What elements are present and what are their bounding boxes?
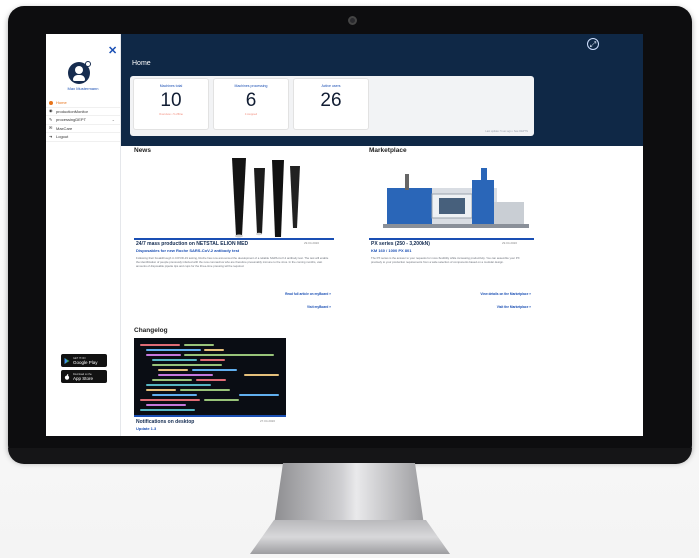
changelog-heading: Changelog (134, 327, 168, 334)
sidebar-item-logout[interactable]: ➜ Logout (46, 133, 120, 142)
stat-label: Machines processing (234, 84, 268, 88)
stat-value: 6 (245, 90, 257, 111)
page-title: Home (132, 60, 151, 67)
avatar[interactable] (68, 61, 91, 84)
stat-value: 26 (320, 90, 342, 111)
changelog-subtitle: Update 1.3 (136, 426, 157, 431)
news-date: 29.04.2020 (304, 241, 320, 245)
stat-sub: 4 stopped (244, 112, 258, 116)
sidebar-item-label: productionMonitor (56, 108, 89, 114)
sidebar-item-label: MaxCare (56, 125, 73, 131)
fullscreen-button[interactable]: ⤢ (587, 38, 599, 50)
marketplace-text: The PX series is the answer to your requ… (371, 256, 520, 264)
changelog-title[interactable]: Notifications on desktop (136, 419, 194, 425)
play-store-icon (64, 357, 70, 364)
stat-value: 10 (160, 90, 182, 111)
close-icon[interactable]: ✕ (108, 44, 117, 57)
background: ⤢ ✕ Max Mustermann Home ◉ productionMoni… (0, 0, 699, 558)
stat-label: Machines total (159, 84, 183, 88)
care-icon: ✉ (49, 125, 53, 131)
screen: ⤢ ✕ Max Mustermann Home ◉ productionMoni… (46, 34, 643, 436)
marketplace-subtitle: KM 160 / 1000 PX 801 (371, 248, 412, 253)
webcam-icon (348, 16, 357, 25)
marketplace-date: 29.04.2020 (502, 241, 518, 245)
read-full-article-link[interactable]: Read full article on myBoard » (246, 292, 331, 296)
logout-icon: ➜ (49, 133, 53, 139)
apple-icon (64, 373, 70, 380)
monitor-stand-base (250, 520, 450, 554)
marketplace-image[interactable] (369, 158, 534, 238)
news-heading: News (134, 147, 151, 154)
changelog-code-image[interactable] (134, 338, 286, 415)
marketplace-underline (369, 238, 534, 240)
marketplace-heading: Marketplace (369, 147, 407, 154)
chevron-down-icon[interactable]: ⌄ (112, 117, 115, 122)
sidebar-item-processingdept[interactable]: ✎ processingDEPT ⌄ (46, 116, 120, 125)
changelog-date: 27.04.2020 (260, 419, 276, 423)
stats-panel: Machines total 10 Overview • 5 offline M… (130, 76, 534, 136)
monitor-icon: ◉ (49, 108, 53, 114)
monitor-stand-neck (274, 463, 424, 525)
home-icon (49, 100, 53, 105)
wrench-icon: ✎ (49, 116, 53, 122)
pipette-tips-image (134, 158, 334, 238)
sidebar-menu: Home ◉ productionMonitor ✎ processingDEP… (46, 99, 120, 142)
google-play-badge[interactable]: GET IT ON Google Play (61, 354, 107, 367)
injection-molding-machine-image (369, 158, 534, 238)
marketplace-title[interactable]: PX series (250 - 3,200kN) (371, 241, 430, 247)
monitor-chin (8, 448, 692, 464)
store-label: Google Play (73, 359, 98, 365)
sidebar-item-label: Home (56, 100, 67, 106)
news-title[interactable]: 24/7 mass production on NETSTAL ELION ME… (136, 241, 248, 247)
sidebar-item-label: Logout (56, 134, 69, 140)
sidebar-item-home[interactable]: Home (46, 99, 120, 108)
stat-card-active-users[interactable]: Active users 26 (294, 79, 368, 129)
stat-card-machines-processing[interactable]: Machines processing 6 4 stopped (214, 79, 288, 129)
sidebar: ✕ Max Mustermann Home ◉ productionMonito… (46, 34, 121, 436)
news-text: Following their breakthrough in COVID-19… (136, 256, 329, 268)
stat-label: Active users (321, 84, 341, 88)
visit-marketplace-link[interactable]: Visit the Marketplace » (431, 305, 531, 309)
news-underline (134, 238, 334, 240)
changelog-underline (134, 415, 286, 417)
news-image[interactable] (134, 158, 334, 238)
news-subtitle: Disposables for new Roche SARS-CoV-2 ant… (136, 248, 240, 253)
user-name[interactable]: Max Mustermann (46, 86, 120, 91)
sidebar-item-productionmonitor[interactable]: ◉ productionMonitor (46, 108, 120, 116)
stat-sub: Overview • 5 offline (159, 112, 183, 116)
sidebar-item-maxcare[interactable]: ✉ MaxCare (46, 125, 120, 133)
visit-myboard-link[interactable]: Visit myBoard » (246, 305, 331, 309)
stat-card-machines-total[interactable]: Machines total 10 Overview • 5 offline (134, 79, 208, 129)
sidebar-item-label: processingDEPT (56, 117, 87, 123)
stats-note: Last update: 5 sec ago • See DEPTN (485, 130, 528, 133)
marketplace-details-link[interactable]: View details on the Marketplace » (431, 292, 531, 296)
app-store-badge[interactable]: Download on the App Store (61, 370, 107, 383)
store-label: App Store (73, 375, 94, 381)
